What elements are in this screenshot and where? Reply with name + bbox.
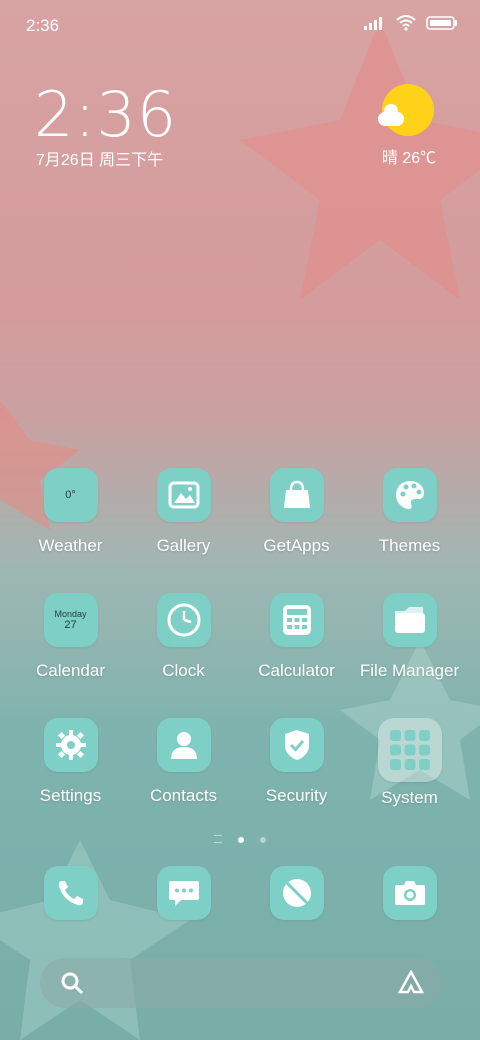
app-getapps[interactable]: GetApps bbox=[240, 468, 353, 556]
battery-icon bbox=[426, 16, 458, 35]
app-settings[interactable]: Settings bbox=[14, 718, 127, 806]
clock-icon bbox=[156, 593, 211, 647]
phone-icon bbox=[43, 866, 98, 920]
shield-icon bbox=[269, 718, 324, 772]
dock-camera[interactable] bbox=[353, 866, 466, 920]
calculator-icon bbox=[269, 593, 324, 647]
lockscreen-clock: 2:36 bbox=[34, 78, 178, 151]
app-system-folder[interactable]: System bbox=[353, 718, 466, 808]
page-indicator[interactable] bbox=[0, 830, 480, 848]
page-dot-active[interactable] bbox=[238, 837, 244, 843]
app-weather[interactable]: 0° Weather bbox=[14, 468, 127, 556]
sun-icon bbox=[378, 84, 434, 136]
date-text: 7月26日 周三下午 bbox=[36, 152, 164, 169]
app-label: Themes bbox=[378, 536, 441, 555]
app-themes[interactable]: Themes bbox=[353, 468, 466, 556]
dock-messages[interactable] bbox=[127, 866, 240, 920]
status-bar: 2:36 bbox=[0, 0, 480, 50]
app-calendar[interactable]: Monday 27 Calendar bbox=[14, 593, 127, 681]
contact-icon bbox=[156, 718, 211, 772]
search-icon[interactable] bbox=[60, 971, 84, 1000]
dock-browser[interactable] bbox=[240, 866, 353, 920]
app-clock[interactable]: Clock bbox=[127, 593, 240, 681]
wifi-icon bbox=[396, 15, 416, 36]
gallery-icon bbox=[156, 468, 211, 522]
cloud-icon bbox=[378, 104, 404, 126]
status-time: 2:36 bbox=[26, 16, 60, 35]
app-calculator[interactable]: Calculator bbox=[240, 593, 353, 681]
calendar-icon: Monday 27 bbox=[43, 593, 98, 647]
palette-icon bbox=[382, 468, 437, 522]
app-gallery[interactable]: Gallery bbox=[127, 468, 240, 556]
weather-widget[interactable]: 晴 26℃ bbox=[372, 84, 446, 168]
folder-icon bbox=[382, 593, 437, 647]
app-file-manager[interactable]: File Manager bbox=[353, 593, 466, 681]
app-contacts[interactable]: Contacts bbox=[127, 718, 240, 806]
browser-icon bbox=[269, 866, 324, 920]
weather-widget-text: 晴 26℃ bbox=[381, 150, 437, 167]
shopping-bag-icon bbox=[269, 468, 324, 522]
calendar-date: 27 bbox=[64, 619, 77, 631]
folder-grid-icon bbox=[377, 718, 442, 782]
app-label: Gallery bbox=[156, 536, 211, 555]
status-icons bbox=[364, 15, 458, 36]
dock-phone[interactable] bbox=[14, 866, 127, 920]
app-label: Weather bbox=[38, 536, 103, 555]
app-label: Settings bbox=[39, 786, 102, 805]
app-label: Clock bbox=[162, 661, 205, 680]
message-icon bbox=[156, 866, 211, 920]
app-label: Calculator bbox=[258, 661, 335, 680]
calendar-day: Monday bbox=[54, 609, 87, 619]
weather-icon: 0° bbox=[43, 468, 98, 522]
gear-icon bbox=[43, 718, 98, 772]
assistant-icon[interactable] bbox=[397, 969, 425, 1001]
app-label: GetApps bbox=[263, 536, 330, 555]
search-bar[interactable] bbox=[40, 958, 442, 1008]
app-label: File Manager bbox=[359, 661, 460, 680]
app-label: Security bbox=[265, 786, 328, 805]
app-label: Calendar bbox=[36, 661, 105, 680]
page-dot[interactable] bbox=[260, 837, 267, 843]
app-label: System bbox=[381, 788, 438, 807]
app-label: Contacts bbox=[149, 786, 218, 805]
menu-lines-icon bbox=[213, 835, 222, 843]
signal-icon bbox=[364, 16, 386, 35]
weather-temp: 0° bbox=[65, 489, 76, 501]
camera-icon bbox=[382, 866, 437, 920]
app-security[interactable]: Security bbox=[240, 718, 353, 806]
